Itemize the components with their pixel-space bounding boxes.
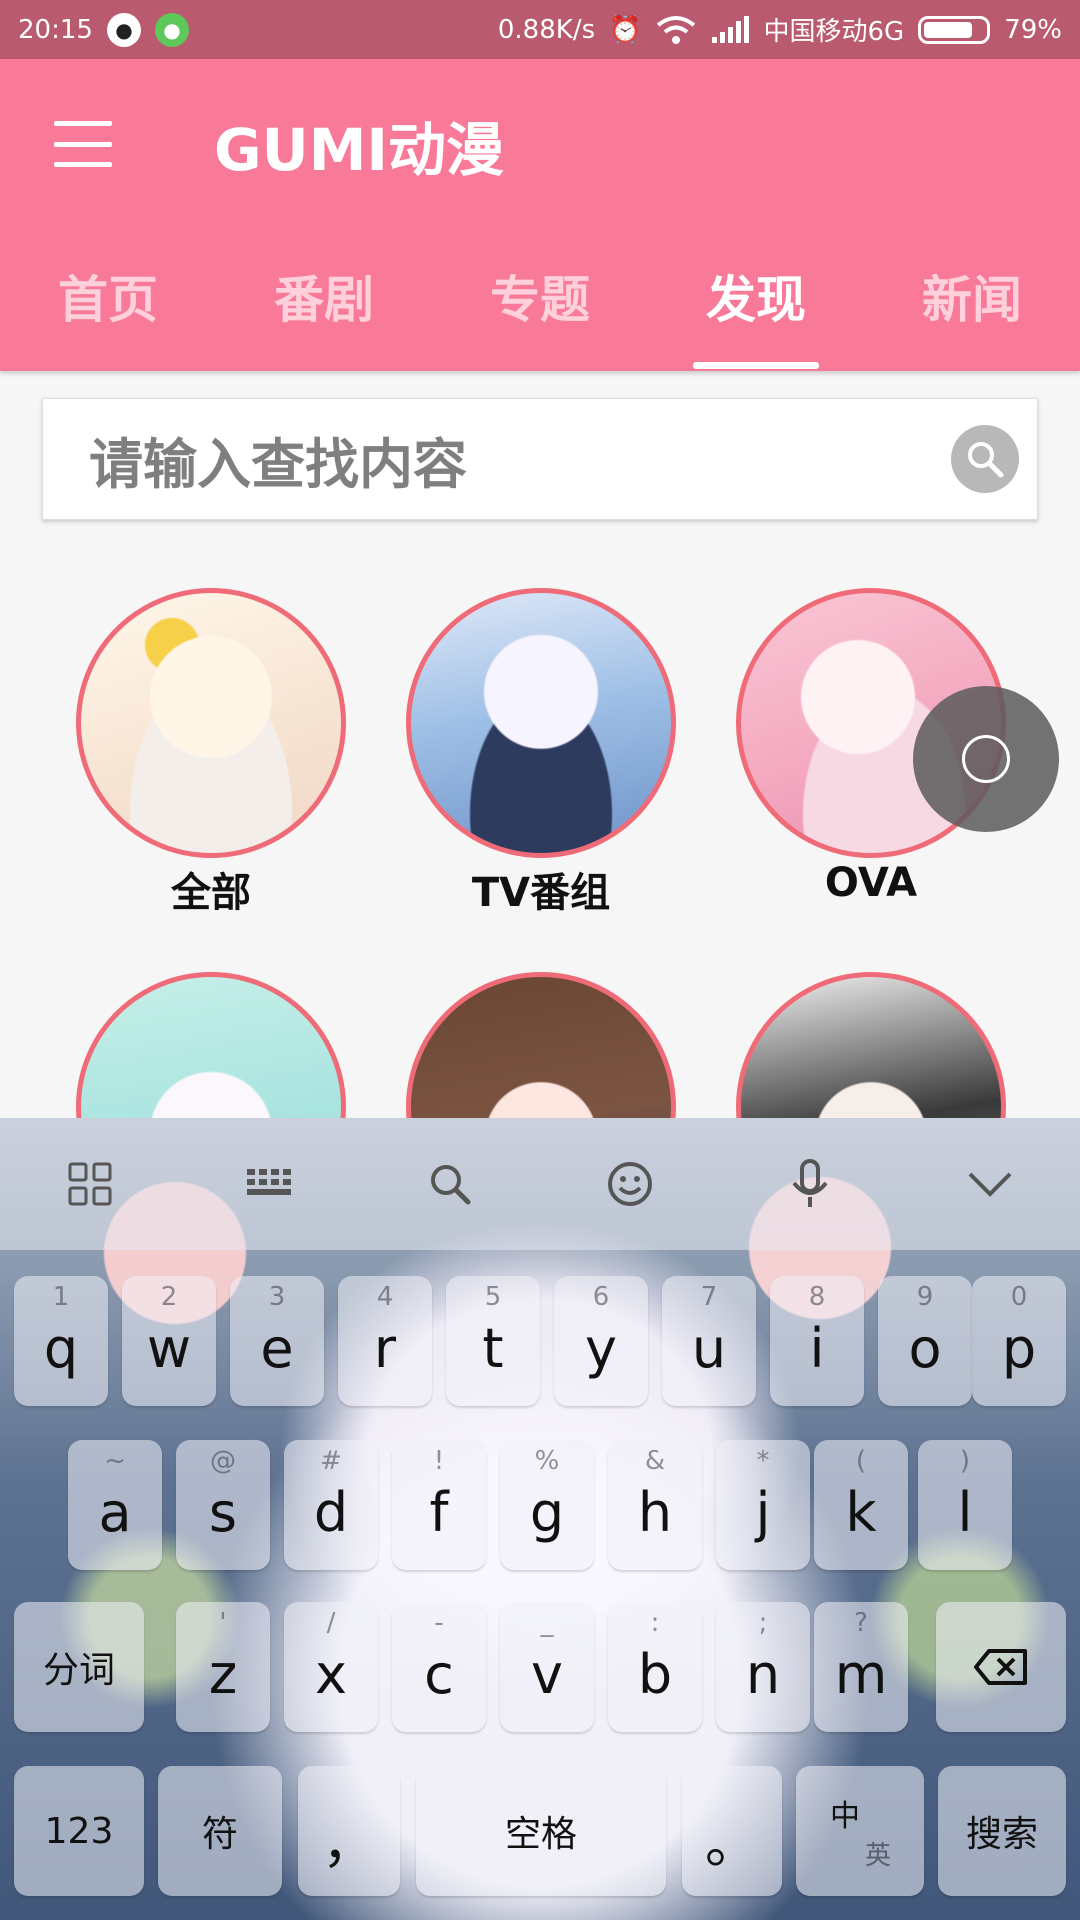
key-e[interactable]: 3e (230, 1276, 324, 1406)
key-o[interactable]: 9o (878, 1276, 972, 1406)
space-key[interactable]: 空格 (416, 1766, 666, 1896)
number-key[interactable]: 123 (14, 1766, 144, 1896)
collapse-keyboard-icon[interactable] (960, 1154, 1020, 1214)
keyboard-toolbar (0, 1118, 1080, 1250)
key-a[interactable]: ~ a (68, 1440, 162, 1570)
symbol-key[interactable]: 符 (158, 1766, 282, 1896)
tab-bar: 首页 番剧 专题 发现 新闻 (0, 252, 1080, 371)
network-speed: 0.88K/s (497, 14, 596, 45)
key-q[interactable]: 1q (14, 1276, 108, 1406)
tab-news[interactable]: 新闻 (864, 252, 1080, 371)
signal-icon (711, 15, 749, 43)
segment-word-key[interactable]: 分词 (14, 1602, 144, 1732)
search-input[interactable]: 请输入查找内容 (89, 420, 467, 499)
battery-percent: 79% (1004, 14, 1062, 45)
search-icon (968, 442, 1004, 478)
tab-home[interactable]: 首页 (0, 252, 216, 371)
tab-topics[interactable]: 专题 (432, 252, 648, 371)
search-key[interactable]: 搜索 (938, 1766, 1066, 1896)
key-p[interactable]: 0p (972, 1276, 1066, 1406)
key-f[interactable]: ! f (392, 1440, 486, 1570)
tab-discover[interactable]: 发现 (648, 252, 864, 371)
key-w[interactable]: 2w (122, 1276, 216, 1406)
search-button[interactable] (951, 425, 1019, 493)
period-key[interactable]: 。 (682, 1766, 782, 1896)
category-image (76, 588, 346, 858)
status-time: 20:15 (18, 14, 93, 45)
key-i[interactable]: 8i (770, 1276, 864, 1406)
key-g[interactable]: % g (500, 1440, 594, 1570)
app-bar: GUMI动漫 首页 番剧 专题 发现 新闻 (0, 59, 1080, 371)
key-v[interactable]: _ v (500, 1602, 594, 1732)
key-d[interactable]: # d (284, 1440, 378, 1570)
search-bar[interactable]: 请输入查找内容 (42, 398, 1038, 520)
menu-icon[interactable] (54, 121, 112, 167)
key-r[interactable]: 4r (338, 1276, 432, 1406)
category-label: 全部 (171, 870, 251, 916)
circle-icon (962, 735, 1010, 783)
category-label: OVA (824, 860, 918, 906)
category-label: TV番组 (471, 870, 611, 916)
backspace-icon (974, 1649, 1027, 1685)
category-tv-series[interactable]: TV番组 (406, 588, 676, 918)
backspace-key[interactable] (936, 1602, 1066, 1732)
key-u[interactable]: 7u (662, 1276, 756, 1406)
keyboard-layout-icon[interactable] (240, 1154, 300, 1214)
key-c[interactable]: -c (392, 1602, 486, 1732)
emoji-icon[interactable] (600, 1154, 660, 1214)
tab-anime-series[interactable]: 番剧 (216, 252, 432, 371)
comma-key[interactable]: ， (298, 1766, 400, 1896)
wifi-icon (656, 15, 695, 44)
search-icon[interactable] (420, 1154, 480, 1214)
key-x[interactable]: / x (284, 1602, 378, 1732)
key-t[interactable]: 5t (446, 1276, 540, 1406)
key-j[interactable]: * j (716, 1440, 810, 1570)
key-z[interactable]: ' z (176, 1602, 270, 1732)
microphone-icon[interactable] (780, 1154, 840, 1214)
key-s[interactable]: @ s (176, 1440, 270, 1570)
status-bar: 20:15 ● ● 0.88K/s ⏰ 中国移动6G 79% (0, 0, 1080, 59)
key-m[interactable]: ? m (814, 1602, 908, 1732)
key-k[interactable]: (k (814, 1440, 908, 1570)
battery-icon (918, 15, 991, 44)
key-h[interactable]: & h (608, 1440, 702, 1570)
android-icon: ● (154, 12, 189, 47)
category-all[interactable]: 全部 (76, 588, 346, 918)
key-y[interactable]: 6y (554, 1276, 648, 1406)
carrier-name: 中国移动6G (763, 17, 905, 47)
language-switch-key[interactable]: 中 英 (796, 1766, 924, 1896)
app-title: GUMI动漫 (214, 116, 505, 184)
category-image (406, 588, 676, 858)
floating-assist-ball[interactable] (913, 686, 1059, 832)
grid-menu-icon[interactable] (60, 1154, 120, 1214)
qq-penguin-icon: ● (106, 12, 141, 47)
alarm-icon: ⏰ (609, 14, 642, 45)
key-l[interactable]: ) l (918, 1440, 1012, 1570)
soft-keyboard: 1q 2w 3e 4r 5t 6y 7u 8i 9o 0p ~ a @ s # d !… (0, 1118, 1080, 1920)
key-b[interactable]: :b (608, 1602, 702, 1732)
key-n[interactable]: ; n (716, 1602, 810, 1732)
